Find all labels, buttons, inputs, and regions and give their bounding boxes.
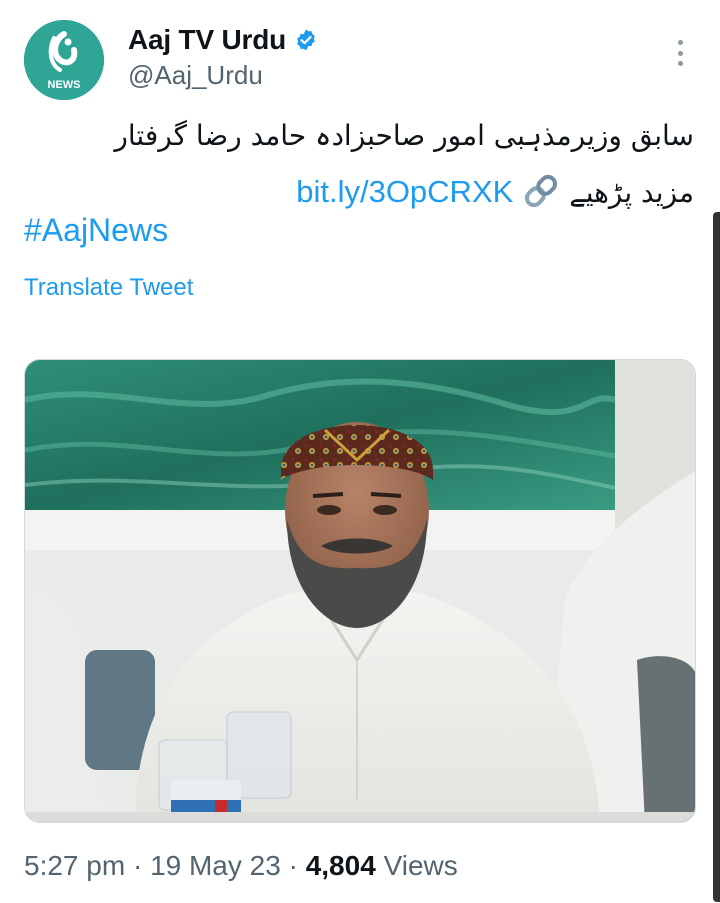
verified-badge-icon — [297, 29, 315, 51]
link-icon — [525, 174, 558, 208]
more-options-icon[interactable] — [668, 40, 692, 66]
tweet-media-photo[interactable] — [24, 359, 696, 823]
avatar[interactable]: NEWS — [24, 20, 104, 100]
tweet-text-line-1: سابق وزیرمذہبی امور صاحبزادہ حامد رضا گر… — [114, 119, 694, 152]
tweet-date[interactable]: 19 May 23 — [150, 850, 281, 881]
read-more-label: مزید پڑھیے — [569, 176, 694, 209]
tweet-meta: 5:27 pm · 19 May 23 · 4,804 Views — [24, 850, 458, 882]
meta-separator-2: · — [280, 850, 306, 881]
tweet-text: سابق وزیرمذہبی امور صاحبزادہ حامد رضا گر… — [34, 108, 694, 221]
author-display-name[interactable]: Aaj TV Urdu — [128, 24, 286, 56]
photo-image — [25, 360, 695, 822]
tweet-time[interactable]: 5:27 pm — [24, 850, 125, 881]
views-label: Views — [383, 850, 458, 881]
meta-separator-1: · — [125, 850, 151, 881]
views-count: 4,804 — [305, 850, 376, 881]
tweet-link[interactable]: bit.ly/3OpCRXK — [296, 174, 513, 209]
translate-tweet-button[interactable]: Translate Tweet — [24, 274, 193, 302]
avatar-label: NEWS — [48, 79, 81, 91]
author-handle[interactable]: @Aaj_Urdu — [128, 60, 263, 91]
hashtag-link[interactable]: #AajNews — [24, 212, 168, 249]
aaj-news-logo-icon: NEWS — [24, 20, 104, 100]
scrollbar[interactable] — [713, 212, 720, 902]
